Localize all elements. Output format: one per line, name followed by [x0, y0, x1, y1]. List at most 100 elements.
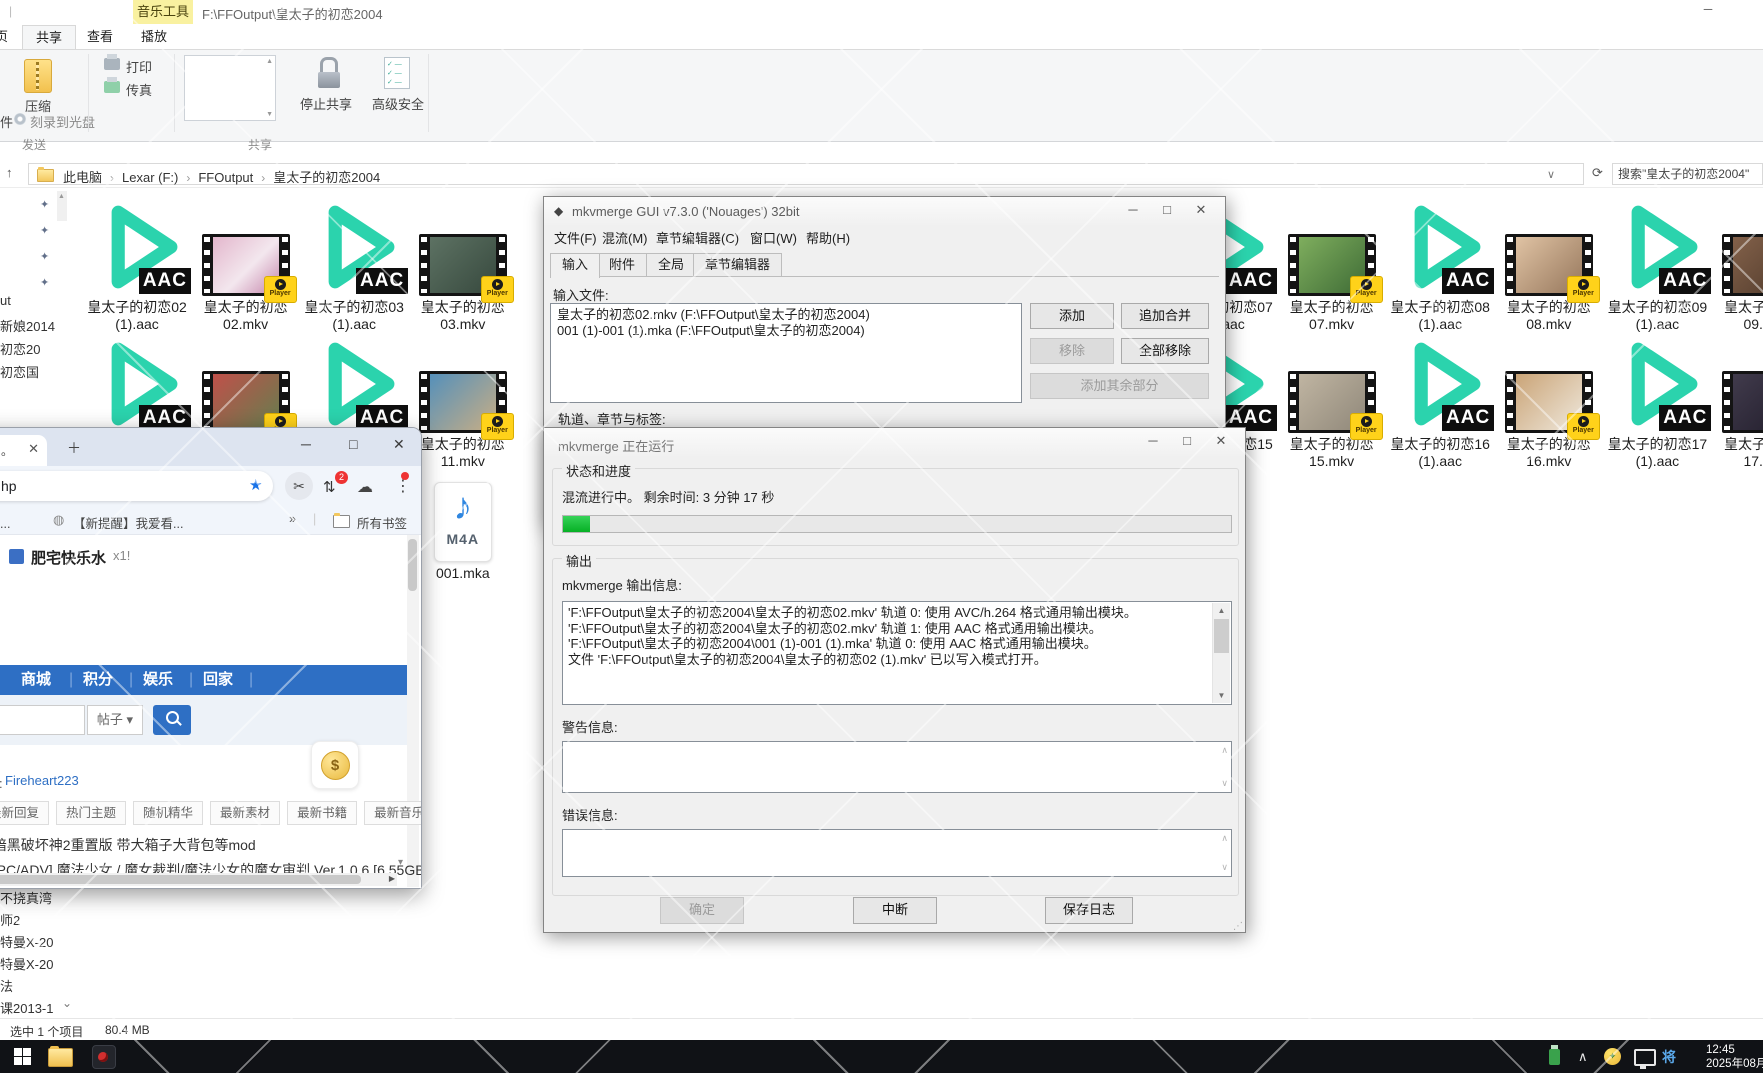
all-bookmarks-button[interactable]: 所有书签 — [357, 513, 407, 532]
file-tile[interactable]: Player皇太子的初恋17.mkv — [1710, 337, 1763, 470]
forum-nav-item[interactable]: 娱乐 — [143, 665, 173, 695]
file-tile[interactable]: Player — [190, 337, 302, 436]
forum-post-title[interactable]: 载] 暗黑破坏神2重置版 带大箱子大背包等mod — [0, 835, 256, 855]
network-tray-icon[interactable] — [1634, 1049, 1656, 1066]
save-log-button[interactable]: 保存日志 — [1045, 897, 1133, 924]
ime-icon[interactable]: 将 — [1662, 1047, 1676, 1067]
dropdown-caret-icon[interactable]: ▾ — [398, 857, 403, 868]
taskbar-media-player-icon[interactable] — [92, 1045, 116, 1069]
bookmarks-folder-icon[interactable] — [333, 515, 350, 528]
url-bar[interactable]: hp ★ — [0, 471, 273, 501]
scissors-extension-icon[interactable]: ✂ — [285, 472, 313, 500]
forum-nav-item[interactable]: 积分 — [83, 665, 113, 695]
progress-title-bar[interactable]: mkvmerge 正在运行 ─ □ ✕ — [544, 428, 1245, 458]
menu-file[interactable]: 文件(F) — [554, 227, 597, 251]
minimize-icon[interactable]: ─ — [1137, 430, 1169, 452]
menu-help[interactable]: 帮助(H) — [806, 227, 850, 251]
forum-tab[interactable]: 最新回复 — [0, 801, 49, 825]
tab-input[interactable]: 输入 — [550, 253, 600, 278]
forum-search-button[interactable] — [153, 705, 191, 735]
tab-attachments[interactable]: 附件 — [597, 253, 647, 276]
file-tile[interactable]: AAC皇太子的初恋16(1).aac — [1384, 337, 1496, 470]
abort-button[interactable]: 中断 — [853, 897, 937, 924]
browser-minimize-icon[interactable]: ─ — [301, 436, 311, 452]
browser-close-icon[interactable]: ✕ — [393, 436, 405, 453]
forum-tab[interactable]: 最新素材 — [210, 801, 280, 825]
spin-up-icon[interactable]: ∧ — [1221, 833, 1228, 844]
resize-grip-icon[interactable]: ⋰ — [1233, 921, 1243, 932]
mkvmerge-title-bar[interactable]: ◆ mkvmerge GUI v7.3.0 ('Nouages') 32bit … — [544, 197, 1225, 227]
file-tile[interactable]: Player皇太子的初恋11.mkv — [407, 337, 519, 470]
file-tile[interactable]: AAC皇太子的初恋09(1).aac — [1601, 200, 1713, 333]
minimize-icon[interactable]: ─ — [1117, 199, 1149, 221]
forum-search-input[interactable] — [0, 705, 85, 735]
browser-tab[interactable]: …。 ✕ — [0, 435, 47, 466]
file-tile[interactable]: Player皇太子的初恋09.mkv — [1710, 200, 1763, 333]
file-tile[interactable]: Player皇太子的初恋15.mkv — [1276, 337, 1388, 470]
scrollbar-thumb[interactable] — [1214, 619, 1229, 653]
coin-tray-icon[interactable]: ✦ — [1604, 1048, 1621, 1065]
close-icon[interactable]: ✕ — [1205, 430, 1237, 452]
file-tile[interactable]: AAC皇太子的初恋03(1).aac — [298, 200, 410, 333]
remove-all-button[interactable]: 全部移除 — [1121, 338, 1209, 364]
start-button[interactable] — [14, 1048, 31, 1065]
warnings-box[interactable]: ∧ ∨ — [562, 741, 1232, 793]
cloud-extension-icon[interactable]: ☁ — [357, 477, 373, 497]
maximize-icon[interactable]: □ — [1171, 430, 1203, 452]
add-button[interactable]: 添加 — [1030, 303, 1114, 329]
usb-tray-icon[interactable] — [1549, 1049, 1560, 1065]
coin-widget[interactable]: $ — [311, 741, 359, 789]
maximize-icon[interactable]: □ — [1151, 199, 1183, 221]
tab-chapter-editor[interactable]: 章节编辑器 — [693, 253, 782, 276]
sort-extension-icon[interactable]: ⇅ — [323, 478, 336, 496]
bookmark-star-icon[interactable]: ★ — [249, 471, 262, 501]
new-tab-icon[interactable]: ＋ — [67, 438, 81, 458]
output-messages-box[interactable]: 'F:\FFOutput\皇太子的初恋2004\皇太子的初恋02.mkv' 轨道… — [562, 601, 1232, 705]
file-tile[interactable]: AAC — [298, 337, 410, 436]
horizontal-scrollbar-thumb[interactable] — [0, 875, 361, 884]
page-scrollbar[interactable] — [407, 535, 419, 887]
remove-button[interactable]: 移除 — [1030, 338, 1114, 364]
menu-chapter-editor[interactable]: 章节编辑器(C) — [656, 227, 739, 251]
forum-tab[interactable]: 随机精华 — [133, 801, 203, 825]
spin-down-icon[interactable]: ∨ — [1221, 778, 1228, 789]
file-tile[interactable]: Player皇太子的初恋02.mkv — [190, 200, 302, 333]
file-tile[interactable]: AAC皇太子的初恋17(1).aac — [1601, 337, 1713, 470]
file-tile[interactable]: Player皇太子的初恋03.mkv — [407, 200, 519, 333]
forum-nav-item[interactable]: 商城 — [21, 665, 51, 695]
file-tile[interactable]: Player皇太子的初恋07.mkv — [1276, 200, 1388, 333]
member-link[interactable]: Fireheart223 — [5, 773, 79, 788]
spin-up-icon[interactable]: ∧ — [1221, 745, 1228, 756]
forum-tab[interactable]: 热门主题 — [56, 801, 126, 825]
search-type-dropdown[interactable]: 帖子 ▾ — [87, 705, 143, 735]
taskbar-explorer-icon[interactable] — [48, 1048, 73, 1067]
file-tile[interactable]: AAC皇太子的初恋02(1).aac — [81, 200, 193, 333]
scroll-down-icon[interactable]: ▼ — [1213, 688, 1230, 703]
page-scrollbar-thumb[interactable] — [408, 539, 417, 591]
input-files-list[interactable]: 皇太子的初恋02.mkv (F:\FFOutput\皇太子的初恋2004) 00… — [550, 303, 1022, 403]
menu-mux[interactable]: 混流(M) — [602, 227, 648, 251]
file-tile[interactable]: AAC — [81, 337, 193, 436]
errors-box[interactable]: ∧ ∨ — [562, 829, 1232, 877]
bookmark-item[interactable]: 【新提醒】我爱看... — [73, 513, 183, 532]
bookmark-item[interactable]: 国语... — [0, 513, 10, 532]
scroll-right-icon[interactable]: ▶ — [389, 874, 395, 883]
add-rest-button[interactable]: 添加其余部分 — [1030, 373, 1209, 399]
taskbar-clock[interactable]: 12:45 2025年08月1 — [1706, 1043, 1763, 1071]
menu-window[interactable]: 窗口(W) — [750, 227, 797, 251]
ok-button[interactable]: 确定 — [660, 897, 744, 924]
scroll-up-icon[interactable]: ▲ — [1213, 603, 1230, 618]
forum-tab[interactable]: 最新书籍 — [287, 801, 357, 825]
tab-close-icon[interactable]: ✕ — [28, 441, 39, 457]
file-tile[interactable]: Player皇太子的初恋16.mkv — [1493, 337, 1605, 470]
file-tile[interactable]: ♪M4A001.mka — [407, 478, 519, 582]
bookmarks-overflow-icon[interactable]: » — [289, 512, 296, 526]
forum-tab[interactable]: 最新音乐 — [364, 801, 421, 825]
output-scrollbar[interactable]: ▲ ▼ — [1212, 603, 1230, 703]
file-tile[interactable]: AAC皇太子的初恋08(1).aac — [1384, 200, 1496, 333]
tray-chevron-icon[interactable]: ∧ — [1578, 1049, 1588, 1065]
input-file-row[interactable]: 001 (1)-001 (1).mka (F:\FFOutput\皇太子的初恋2… — [557, 323, 1015, 339]
append-button[interactable]: 追加合并 — [1121, 303, 1209, 329]
input-file-row[interactable]: 皇太子的初恋02.mkv (F:\FFOutput\皇太子的初恋2004) — [557, 307, 1015, 323]
forum-nav-item[interactable]: 回家 — [203, 665, 233, 695]
